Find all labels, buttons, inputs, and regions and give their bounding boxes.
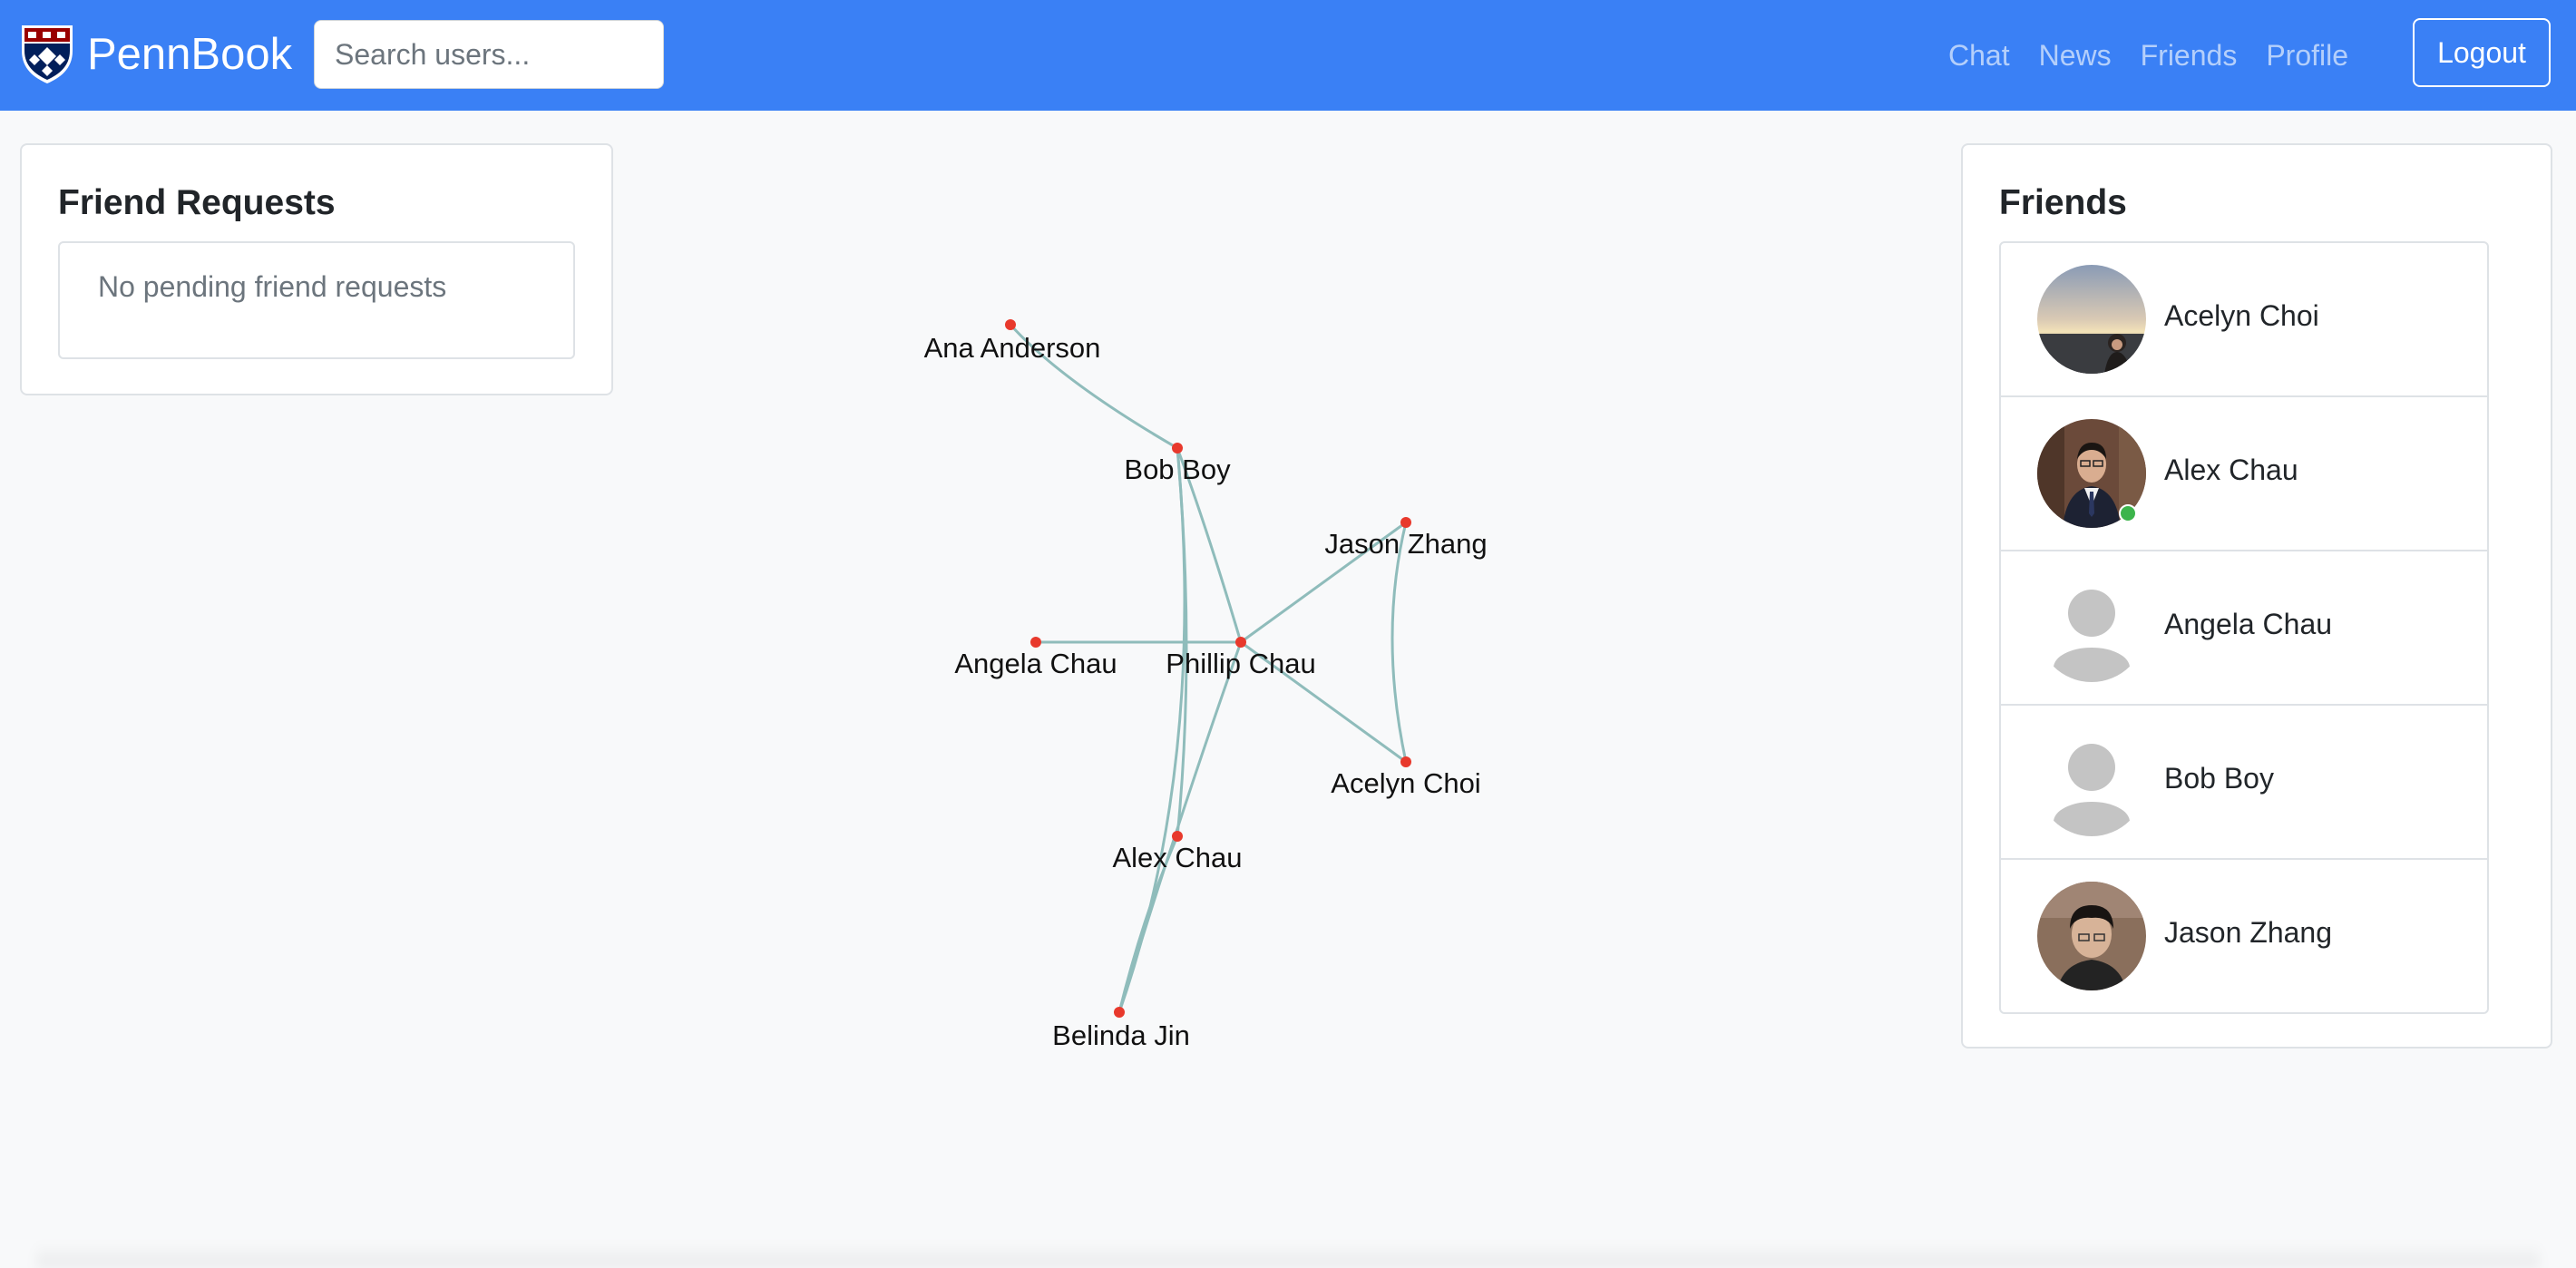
friend-item-alex-chau[interactable]: Alex Chau bbox=[2001, 397, 2487, 551]
friend-name: Angela Chau bbox=[2164, 608, 2333, 640]
avatar-photo-icon bbox=[2037, 265, 2146, 374]
friend-item-jason-zhang[interactable]: Jason Zhang bbox=[2001, 860, 2487, 1012]
graph-node-belinda-jin[interactable]: Belinda Jin bbox=[1052, 1007, 1190, 1051]
navbar: PennBook Chat News Friends Profile Logou… bbox=[0, 0, 2576, 111]
friend-name: Jason Zhang bbox=[2164, 916, 2333, 949]
friends-title: Friends bbox=[1999, 183, 2127, 222]
friend-requests-empty-box: No pending friend requests bbox=[58, 241, 575, 359]
brand-link[interactable]: PennBook bbox=[20, 18, 292, 91]
graph-node-label: Angela Chau bbox=[954, 648, 1117, 679]
friend-item-angela-chau[interactable]: Angela Chau bbox=[2001, 551, 2487, 706]
graph-node-dot bbox=[1172, 443, 1183, 454]
graph-node-dot bbox=[1400, 517, 1411, 528]
nav-link-chat[interactable]: Chat bbox=[1948, 39, 2010, 73]
friend-item-bob-boy[interactable]: Bob Boy bbox=[2001, 706, 2487, 860]
default-user-icon bbox=[2037, 727, 2146, 836]
online-status-dot bbox=[2119, 504, 2137, 522]
graph-node-dot bbox=[1400, 756, 1411, 767]
friend-item-acelyn-choi[interactable]: Acelyn Choi bbox=[2001, 243, 2487, 397]
graph-node-dot bbox=[1172, 831, 1183, 842]
search-input[interactable] bbox=[314, 20, 664, 89]
nav-links: Chat News Friends Profile bbox=[1948, 0, 2377, 111]
graph-node-dot bbox=[1005, 319, 1016, 330]
brand-name: PennBook bbox=[87, 29, 293, 79]
graph-node-dot bbox=[1235, 637, 1246, 648]
avatar bbox=[2037, 573, 2146, 682]
friend-name: Alex Chau bbox=[2164, 454, 2298, 486]
nav-link-friends[interactable]: Friends bbox=[2141, 39, 2238, 73]
friends-list: Acelyn Choi Alex Chau Angela Chau Bob Bo… bbox=[1999, 241, 2489, 1014]
graph-edge-bob-alex bbox=[1176, 447, 1188, 837]
graph-node-jason-zhang[interactable]: Jason Zhang bbox=[1324, 517, 1488, 560]
graph-node-label: Bob Boy bbox=[1124, 454, 1231, 485]
nav-link-profile[interactable]: Profile bbox=[2266, 39, 2348, 73]
graph-node-label: Phillip Chau bbox=[1166, 648, 1315, 679]
friends-card: Friends Acelyn Choi Alex Chau Angela Cha… bbox=[1961, 143, 2552, 1049]
nav-link-news[interactable]: News bbox=[2039, 39, 2112, 73]
graph-node-label: Acelyn Choi bbox=[1331, 767, 1480, 799]
no-requests-text: No pending friend requests bbox=[98, 270, 447, 303]
graph-node-ana-anderson[interactable]: Ana Anderson bbox=[924, 319, 1101, 364]
graph-edge-bob-belinda bbox=[1117, 447, 1186, 1013]
graph-node-phillip-chau[interactable]: Phillip Chau bbox=[1166, 637, 1316, 679]
avatar bbox=[2037, 265, 2146, 374]
graph-node-acelyn-choi[interactable]: Acelyn Choi bbox=[1331, 756, 1481, 799]
friend-name: Acelyn Choi bbox=[2164, 299, 2319, 332]
graph-node-label: Alex Chau bbox=[1112, 842, 1242, 873]
default-user-icon bbox=[2037, 573, 2146, 682]
graph-node-dot bbox=[1114, 1007, 1125, 1018]
graph-edge-phillip-belinda bbox=[1117, 641, 1243, 1013]
friend-requests-title: Friend Requests bbox=[58, 183, 336, 222]
bottom-shadow bbox=[36, 1243, 2540, 1268]
graph-node-alex-chau[interactable]: Alex Chau bbox=[1112, 831, 1243, 873]
friend-name: Bob Boy bbox=[2164, 762, 2274, 795]
graph-node-label: Ana Anderson bbox=[924, 332, 1101, 364]
graph-node-dot bbox=[1030, 637, 1041, 648]
graph-node-label: Jason Zhang bbox=[1324, 528, 1487, 560]
penn-shield-logo-icon bbox=[22, 25, 73, 83]
logout-button[interactable]: Logout bbox=[2413, 18, 2551, 87]
avatar bbox=[2037, 727, 2146, 836]
friend-requests-card: Friend Requests No pending friend reques… bbox=[20, 143, 613, 395]
avatar-photo-icon bbox=[2037, 882, 2146, 990]
graph-node-angela-chau[interactable]: Angela Chau bbox=[954, 637, 1117, 679]
graph-node-bob-boy[interactable]: Bob Boy bbox=[1124, 443, 1231, 485]
graph-node-label: Belinda Jin bbox=[1052, 1019, 1190, 1051]
avatar bbox=[2037, 882, 2146, 990]
